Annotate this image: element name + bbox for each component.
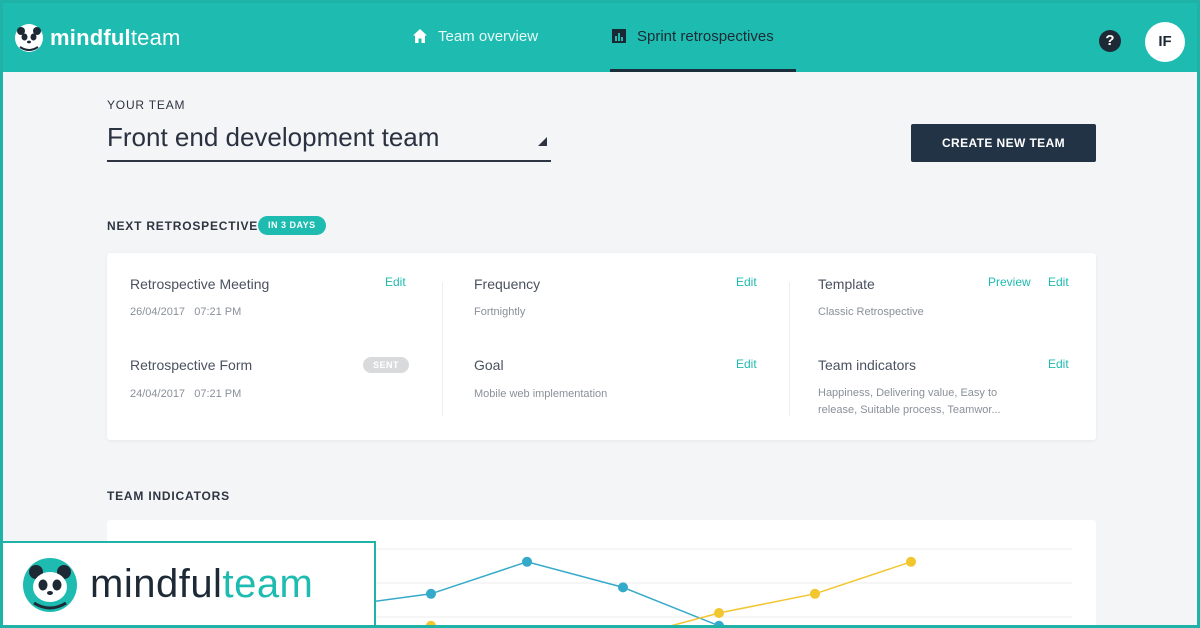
chart-point-2-6[interactable]	[906, 556, 916, 567]
chart-point-1-3[interactable]	[522, 556, 532, 567]
logo-wordmark: mindfulteam	[90, 562, 314, 606]
chart-point-2-5[interactable]	[810, 588, 820, 599]
panda-logo-icon	[23, 557, 77, 612]
chart-point-2-4[interactable]	[714, 608, 724, 618]
chart-point-1-5[interactable]	[714, 620, 724, 628]
chart-point-1-2[interactable]	[426, 588, 436, 599]
chart-series-line-2	[430, 561, 912, 628]
chart-point-2-1[interactable]	[426, 620, 436, 628]
mindfulteam-logo-overlay: mindfulteam	[0, 541, 376, 628]
chart-series-line-1	[334, 561, 764, 628]
chart-point-1-4[interactable]	[618, 582, 628, 593]
team-indicators-chart	[130, 548, 1072, 628]
